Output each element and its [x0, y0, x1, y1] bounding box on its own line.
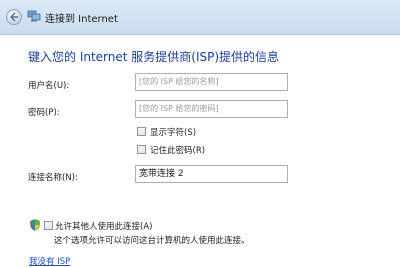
- show-chars-checkbox[interactable]: [137, 127, 146, 136]
- remember-password-label: 记住此密码(R): [150, 146, 206, 156]
- window-title: 连接到 Internet: [45, 14, 118, 25]
- connection-name-input[interactable]: 宽带连接 2: [135, 165, 288, 183]
- back-button[interactable]: [6, 9, 22, 25]
- page-heading: 键入您的 Internet 服务提供商(ISP)提供的信息: [28, 50, 280, 64]
- title-bar: 连接到 Internet: [0, 0, 400, 35]
- remember-password-checkbox[interactable]: [137, 145, 146, 154]
- shield-icon: [30, 219, 40, 231]
- username-input[interactable]: [您的 ISP 给您的名称]: [135, 73, 288, 91]
- allow-others-note: 这个选项允许可以访问这台计算机的人使用此连接。: [54, 236, 250, 246]
- connection-name-label: 连接名称(N):: [28, 173, 78, 183]
- show-chars-label: 显示字符(S): [150, 128, 197, 138]
- allow-others-checkbox[interactable]: [44, 221, 53, 230]
- back-arrow-icon: [9, 12, 18, 22]
- allow-others-label: 允许其他人使用此连接(A): [55, 222, 153, 232]
- password-label: 密码(P):: [28, 108, 60, 118]
- username-label: 用户名(U):: [28, 81, 70, 91]
- no-isp-link[interactable]: 我没有 ISP: [29, 255, 70, 267]
- password-input[interactable]: [您的 ISP 给您的密码]: [135, 100, 288, 118]
- network-icon: [27, 10, 41, 22]
